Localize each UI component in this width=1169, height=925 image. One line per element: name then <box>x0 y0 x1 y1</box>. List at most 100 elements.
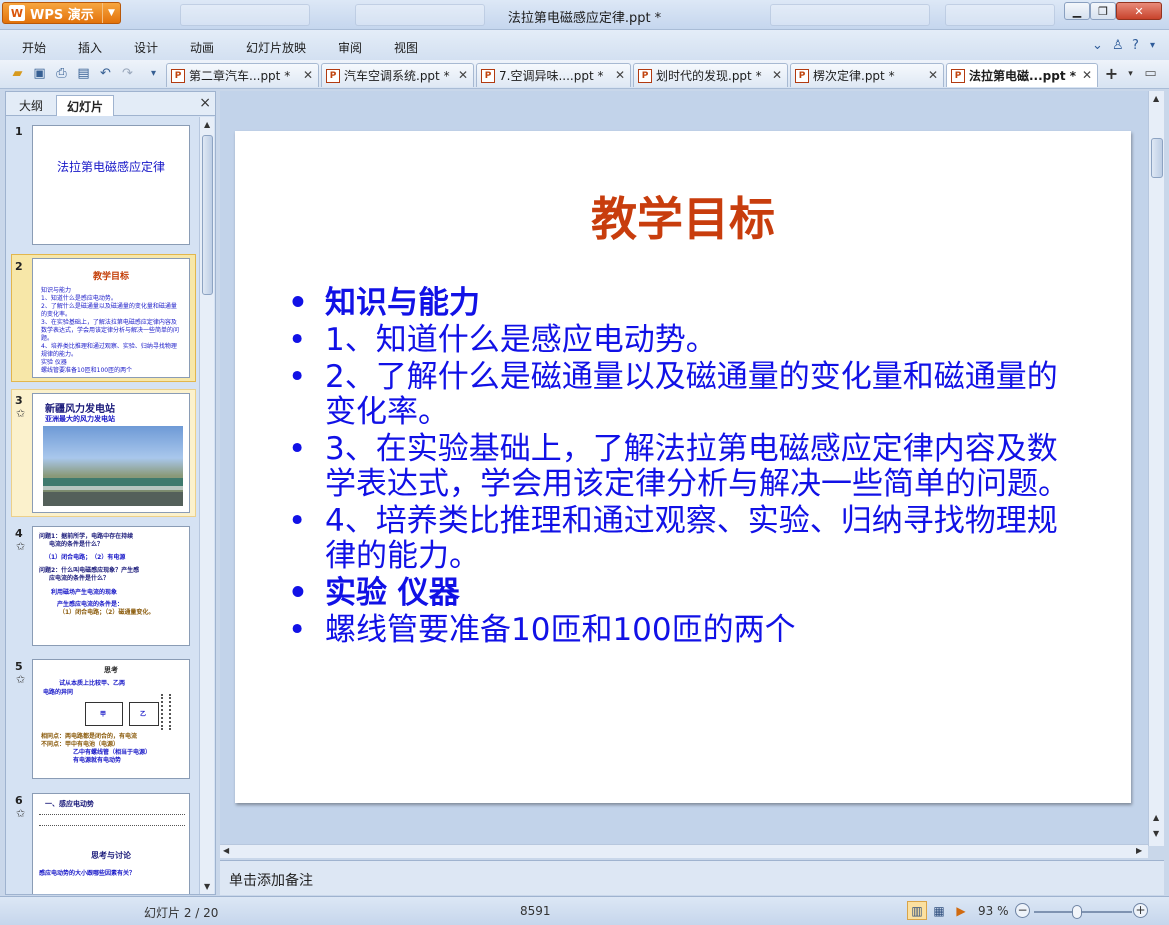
slide-thumb-6[interactable]: 一、感应电动势 思考与讨论 感应电动势的大小跟哪些因素有关？ <box>32 793 190 894</box>
window-title: 法拉第电磁感应定律.ppt * <box>507 11 662 26</box>
slide-sorter-icon[interactable]: ▦ <box>929 901 949 920</box>
editor-horizontal-scrollbar[interactable]: ◀ ▶ <box>220 844 1148 858</box>
close-icon[interactable]: ✕ <box>1082 68 1092 82</box>
bullet-item: 螺线管要准备10匝和100匝的两个 <box>285 613 1085 649</box>
slide-thumb-4[interactable]: 问题1：据前所学，电路中存在持续 电流的条件是什么？ （1）闭合电路； （2）有… <box>32 526 190 646</box>
print-icon[interactable]: ⎙ <box>53 65 70 82</box>
scrollbar-thumb[interactable] <box>202 135 213 295</box>
scroll-left-icon[interactable]: ◀ <box>223 846 229 855</box>
tab-outline[interactable]: 大纲 <box>10 95 52 116</box>
doc-tab-label: 第二章汽车...ppt * <box>189 69 291 83</box>
close-icon[interactable]: ✕ <box>458 68 468 82</box>
doc-tab-4[interactable]: P 划时代的发现.ppt * ✕ <box>633 63 788 87</box>
scroll-right-icon[interactable]: ▶ <box>1136 846 1142 855</box>
ppt-file-icon: P <box>795 68 809 83</box>
doc-tab-label: 法拉第电磁...ppt * <box>969 69 1077 83</box>
slide-body[interactable]: 知识与能力 1、知道什么是感应电动势。 2、了解什么是磁通量以及磁通量的变化量和… <box>285 286 1085 650</box>
menu-insert[interactable]: 插入 <box>78 39 102 56</box>
chevron-down-icon[interactable]: ▾ <box>1122 65 1139 82</box>
normal-view-icon[interactable]: ▥ <box>907 901 927 920</box>
menu-view[interactable]: 视图 <box>394 39 418 56</box>
thumb-text: 试从本质上比较甲、乙两 <box>59 680 126 687</box>
zoom-level: 93 % <box>978 904 1009 918</box>
open-folder-icon[interactable]: ▰ <box>9 65 26 82</box>
close-icon[interactable]: ✕ <box>772 68 782 82</box>
close-icon[interactable]: ✕ <box>615 68 625 82</box>
thumb-body: 知识与能力 1、知道什么是感应电动势。 2、了解什么是磁通量以及磁通量的变化量和… <box>41 287 180 374</box>
thumb-number: 4 <box>15 527 23 540</box>
slide-thumb-5[interactable]: 思考 试从本质上比较甲、乙两 电路的异同 甲 乙 相同点：两电路都是闭合的，有电… <box>32 659 190 779</box>
tab-list-icon[interactable]: ▭ <box>1142 65 1159 82</box>
editor-vertical-scrollbar[interactable]: ▲ ▲ ▼ <box>1148 91 1164 846</box>
menu-animation[interactable]: 动画 <box>190 39 214 56</box>
thumb-text-placeholder <box>39 825 185 827</box>
next-slide-icon[interactable]: ▼ <box>1153 829 1159 838</box>
doc-tab-3[interactable]: P 7.空调异味....ppt * ✕ <box>476 63 631 87</box>
doc-tab-active[interactable]: P 法拉第电磁...ppt * ✕ <box>946 63 1098 87</box>
tab-slides[interactable]: 幻灯片 <box>56 95 114 116</box>
thumb-title: 法拉第电磁感应定律 <box>56 160 165 174</box>
thumbnail-scrollbar[interactable]: ▲ ▼ <box>199 117 214 894</box>
thumb-number: 5 <box>15 660 23 673</box>
animation-star-icon: ✩ <box>16 807 26 820</box>
scroll-down-icon[interactable]: ▼ <box>204 882 210 891</box>
doc-tab-label: 汽车空调系统.ppt * <box>344 69 450 83</box>
new-tab-icon[interactable]: + <box>1103 64 1120 83</box>
thumb-number: 6 <box>15 794 23 807</box>
scrollbar-thumb[interactable] <box>1151 138 1163 178</box>
slide-thumb-2[interactable]: 教学目标 知识与能力 1、知道什么是感应电动势。 2、了解什么是磁通量以及磁通量… <box>32 258 190 378</box>
scroll-up-icon[interactable]: ▲ <box>1153 94 1159 103</box>
slides-panel: 大纲 幻灯片 × 1 法拉第电磁感应定律 2 教学目标 知识与能力 1、知道什么… <box>5 91 216 895</box>
slide-thumb-3[interactable]: 新疆风力发电站 亚洲最大的风力发电站 <box>32 393 190 513</box>
bullet-item: 4、培养类比推理和通过观察、实验、归纳寻找物理规律的能力。 <box>285 504 1085 574</box>
save-icon[interactable]: ▣ <box>31 65 48 82</box>
animation-star-icon: ✩ <box>16 540 26 553</box>
menu-slideshow[interactable]: 幻灯片放映 <box>246 39 306 56</box>
thumb-title: 新疆风力发电站 <box>45 404 115 415</box>
thumb-subtitle: 亚洲最大的风力发电站 <box>45 415 115 423</box>
undo-icon[interactable]: ↶ <box>97 65 114 82</box>
menu-home[interactable]: 开始 <box>22 39 46 56</box>
doc-tab-2[interactable]: P 汽车空调系统.ppt * ✕ <box>321 63 474 87</box>
status-bar: 幻灯片 2 / 20 8591 ▥ ▦ ▶ 93 % − + <box>0 896 1169 925</box>
bullet-item: 3、在实验基础上，了解法拉第电磁感应定律内容及数学表达式，学会用该定律分析与解决… <box>285 432 1085 502</box>
close-icon[interactable]: ✕ <box>928 68 938 82</box>
customize-toolbar-icon[interactable]: ▾ <box>145 65 162 82</box>
previous-slide-icon[interactable]: ▲ <box>1153 813 1159 822</box>
slide-thumb-1[interactable]: 法拉第电磁感应定律 <box>32 125 190 245</box>
maximize-button[interactable]: ❐ <box>1090 2 1116 20</box>
close-icon[interactable]: ✕ <box>303 68 313 82</box>
thumb-title: 教学目标 <box>92 272 129 282</box>
chevron-down-icon[interactable]: ⌄ <box>1092 38 1103 53</box>
thumb-title: 思考 <box>104 666 118 674</box>
redo-icon[interactable]: ↷ <box>119 65 136 82</box>
doc-tab-label: 楞次定律.ppt * <box>813 69 895 83</box>
zoom-slider[interactable] <box>1034 911 1132 913</box>
close-icon[interactable]: × <box>199 95 211 111</box>
close-button[interactable]: ✕ <box>1116 2 1162 20</box>
zoom-out-icon[interactable]: − <box>1015 903 1030 918</box>
help-icon[interactable]: ? <box>1132 38 1139 53</box>
zoom-in-icon[interactable]: + <box>1133 903 1148 918</box>
menu-review[interactable]: 审阅 <box>338 39 362 56</box>
status-number: 8591 <box>520 904 551 918</box>
skin-icon[interactable]: ♙ <box>1112 38 1124 53</box>
minimize-button[interactable]: ▁ <box>1064 2 1090 20</box>
print-preview-icon[interactable]: ▤ <box>75 65 92 82</box>
menu-design[interactable]: 设计 <box>134 39 158 56</box>
slide-title[interactable]: 教学目标 <box>235 183 1131 249</box>
notes-pane[interactable]: 单击添加备注 <box>220 860 1164 895</box>
scroll-up-icon[interactable]: ▲ <box>204 120 210 129</box>
zoom-slider-handle[interactable] <box>1072 905 1082 919</box>
doc-tab-5[interactable]: P 楞次定律.ppt * ✕ <box>790 63 944 87</box>
slideshow-icon[interactable]: ▶ <box>951 901 971 920</box>
title-bar: W WPS 演示 ▼ 法拉第电磁感应定律.ppt * ▁ ❐ ✕ <box>0 0 1169 30</box>
current-slide[interactable]: 教学目标 知识与能力 1、知道什么是感应电动势。 2、了解什么是磁通量以及磁通量… <box>235 131 1131 803</box>
thumb-number: 2 <box>15 260 23 273</box>
thumb-number: 1 <box>15 125 23 138</box>
ppt-file-icon: P <box>481 68 495 83</box>
wind-farm-photo <box>43 426 183 506</box>
chevron-down-icon[interactable]: ▾ <box>1150 40 1155 51</box>
circuit-diagram: 甲 <box>85 702 123 726</box>
doc-tab-1[interactable]: P 第二章汽车...ppt * ✕ <box>166 63 319 87</box>
